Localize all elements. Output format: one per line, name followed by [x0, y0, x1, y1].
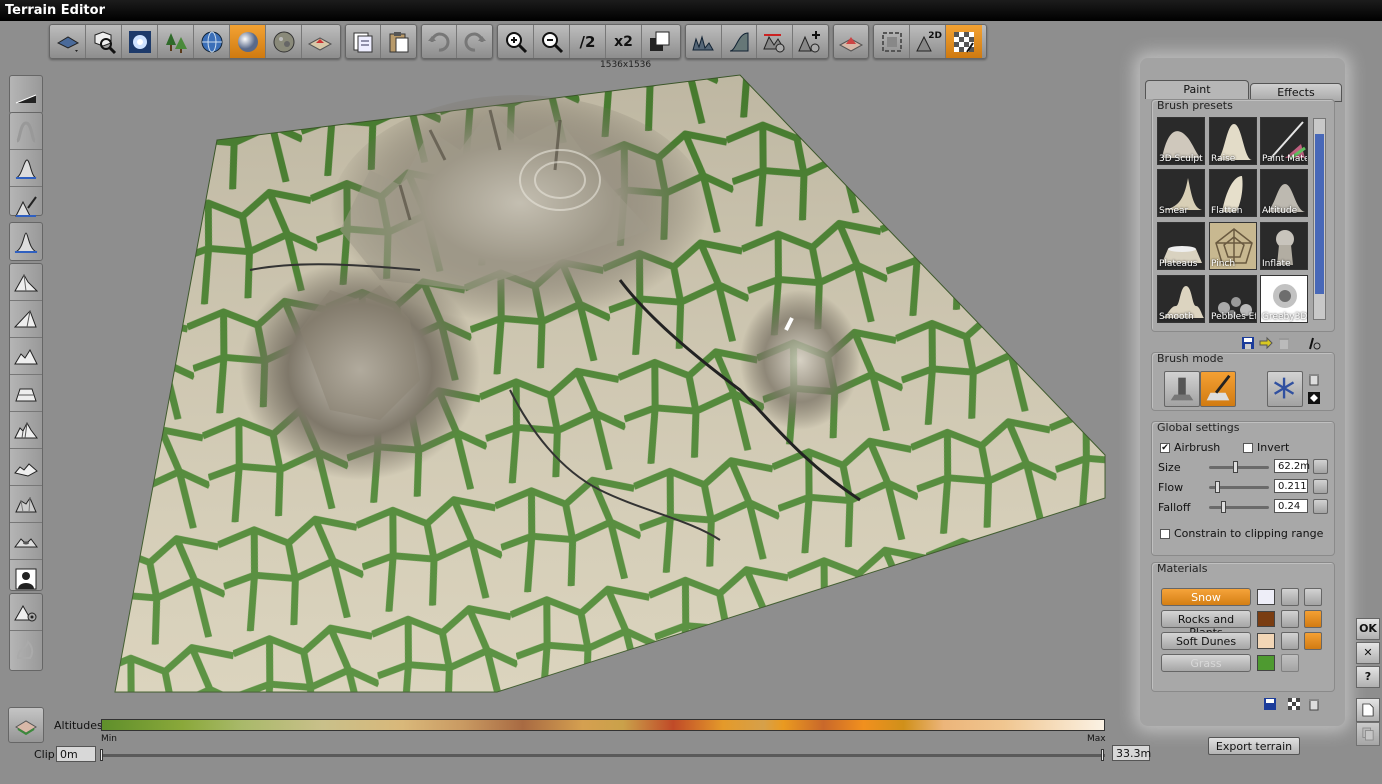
preset-pebbles-effect[interactable]: Pebbles Eff — [1209, 275, 1257, 323]
terrain-viewport[interactable] — [0, 0, 1120, 700]
clip-max-field[interactable]: 33.3m — [1112, 745, 1151, 761]
material-dunes-paint-icon[interactable] — [1281, 632, 1299, 650]
load-preset-icon[interactable] — [1258, 335, 1274, 351]
preset-smooth[interactable]: Smooth — [1157, 275, 1205, 323]
falloff-value[interactable]: 0.24 — [1274, 499, 1308, 513]
brush-presets-title: Brush presets — [1157, 99, 1233, 112]
material-rocks-button[interactable]: Rocks and Plants — [1161, 610, 1251, 639]
preset-3d-sculpt[interactable]: 3D Sculpt — [1157, 117, 1205, 165]
new-document-icon[interactable] — [1356, 698, 1380, 722]
airbrush-label: Airbrush — [1174, 441, 1221, 454]
material-dunes-button[interactable]: Soft Dunes — [1161, 632, 1251, 650]
constrain-checkbox[interactable] — [1160, 529, 1170, 539]
tab-paint[interactable]: Paint — [1145, 80, 1249, 99]
constrain-label: Constrain to clipping range — [1174, 527, 1324, 540]
preset-pinch[interactable]: Pinch — [1209, 222, 1257, 270]
invert-label: Invert — [1257, 441, 1290, 454]
help-button[interactable]: ? — [1356, 666, 1380, 688]
size-label: Size — [1158, 461, 1181, 474]
flow-slider-knob[interactable] — [1215, 481, 1220, 493]
ok-button[interactable]: OK — [1356, 618, 1380, 640]
material-snow-button[interactable]: Snow — [1161, 588, 1251, 606]
brush-mode-paint[interactable] — [1200, 371, 1236, 407]
preset-altitude[interactable]: Altitude — [1260, 169, 1308, 217]
add-material-icon[interactable] — [1286, 696, 1302, 712]
preset-paint-material[interactable]: Paint Mater — [1260, 117, 1308, 165]
material-snow-paint-icon[interactable] — [1281, 588, 1299, 606]
material-dunes-terrain-icon[interactable] — [1304, 632, 1322, 650]
clip-label: Clip — [34, 748, 55, 761]
global-settings-title: Global settings — [1157, 421, 1240, 434]
delete-material-icon[interactable] — [1306, 696, 1322, 712]
clip-max-handle[interactable] — [1101, 749, 1104, 761]
materials-title: Materials — [1157, 562, 1208, 575]
preset-flatten[interactable]: Flatten — [1209, 169, 1257, 217]
airbrush-checkbox[interactable]: ✔ — [1160, 443, 1170, 453]
brush-mode-sculpt[interactable] — [1164, 371, 1200, 407]
brush-mode-freeze[interactable] — [1267, 371, 1303, 407]
preset-plateaus[interactable]: Plateaus — [1157, 222, 1205, 270]
material-grass-swatch[interactable] — [1257, 655, 1275, 671]
presets-scrollbar[interactable] — [1313, 118, 1326, 320]
flow-value[interactable]: 0.211 — [1274, 479, 1308, 493]
falloff-label: Falloff — [1158, 501, 1191, 514]
material-rocks-paint-icon[interactable] — [1281, 610, 1299, 628]
preset-settings-icon[interactable] — [1306, 335, 1322, 351]
material-grass-paint-icon — [1281, 654, 1299, 672]
material-rocks-terrain-icon[interactable] — [1304, 610, 1322, 628]
clip-min-field[interactable]: 0m — [56, 746, 96, 762]
preset-greeby3d[interactable]: Greeby3D — [1260, 275, 1308, 323]
size-reset-icon[interactable] — [1313, 459, 1328, 474]
clip-min-handle[interactable] — [100, 749, 103, 761]
falloff-slider-knob[interactable] — [1221, 501, 1226, 513]
material-rocks-swatch[interactable] — [1257, 611, 1275, 627]
flow-label: Flow — [1158, 481, 1184, 494]
preset-smear[interactable]: Smear — [1157, 169, 1205, 217]
size-slider-knob[interactable] — [1233, 461, 1238, 473]
delete-preset-icon — [1276, 335, 1292, 351]
save-materials-icon[interactable] — [1262, 696, 1278, 712]
flow-slider[interactable] — [1209, 481, 1269, 493]
preset-raise[interactable]: Raise — [1209, 117, 1257, 165]
altitude-min-label: Min — [101, 734, 117, 744]
flow-reset-icon[interactable] — [1313, 479, 1328, 494]
falloff-slider[interactable] — [1209, 501, 1269, 513]
brush-mode-title: Brush mode — [1157, 352, 1224, 365]
material-dunes-swatch[interactable] — [1257, 633, 1275, 649]
material-snow-swatch[interactable] — [1257, 589, 1275, 605]
clip-range-slider[interactable] — [101, 754, 1105, 757]
altitude-map-icon[interactable] — [8, 707, 44, 743]
altitude-gradient-bar[interactable] — [101, 719, 1105, 731]
invert-checkbox[interactable] — [1243, 443, 1253, 453]
fill-mode-icon[interactable] — [1306, 390, 1322, 406]
falloff-reset-icon[interactable] — [1313, 499, 1328, 514]
preset-inflate[interactable]: Inflate — [1260, 222, 1308, 270]
presets-scrollbar-thumb[interactable] — [1315, 134, 1324, 294]
material-snow-terrain-icon[interactable] — [1304, 588, 1322, 606]
clear-mode-icon[interactable] — [1306, 371, 1322, 387]
size-slider[interactable] — [1209, 461, 1269, 473]
export-terrain-button[interactable]: Export terrain — [1208, 737, 1300, 755]
save-preset-icon[interactable] — [1240, 335, 1256, 351]
document-copy-icon — [1356, 722, 1380, 746]
altitudes-label: Altitudes — [54, 719, 103, 732]
altitude-max-label: Max — [1087, 734, 1106, 744]
size-value[interactable]: 62.2m — [1274, 459, 1310, 473]
cancel-button[interactable]: ✕ — [1356, 642, 1380, 664]
material-grass-button: Grass — [1161, 654, 1251, 672]
